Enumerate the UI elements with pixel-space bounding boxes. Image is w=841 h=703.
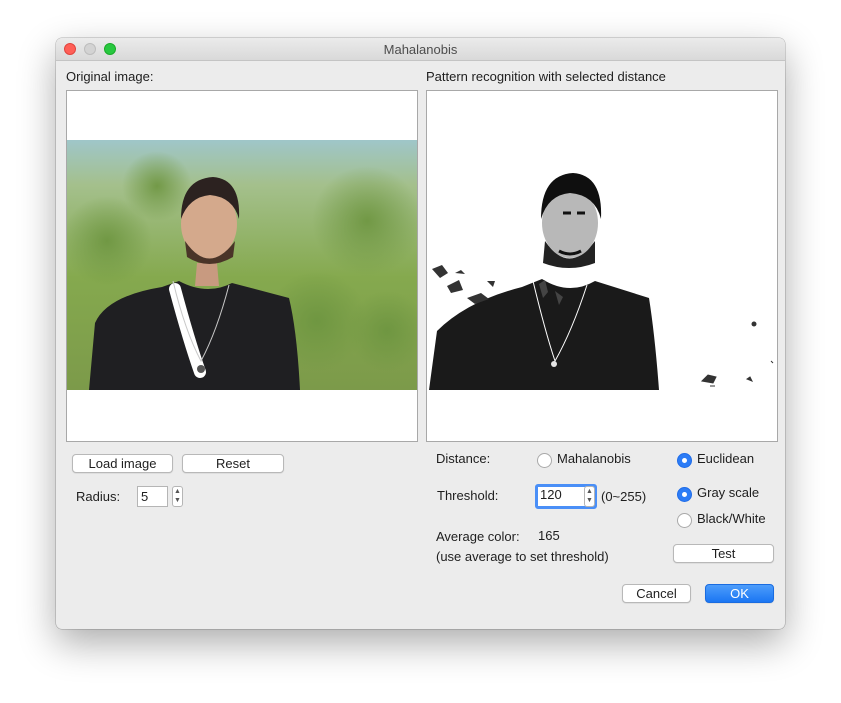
black-white-option-label: Black/White bbox=[697, 511, 766, 526]
stepper-up-icon: ▲ bbox=[586, 488, 593, 495]
title-bar: Mahalanobis bbox=[56, 38, 785, 61]
original-image-panel bbox=[66, 90, 418, 442]
euclidean-radio[interactable] bbox=[677, 453, 692, 468]
threshold-label: Threshold: bbox=[437, 488, 499, 503]
euclidean-option-label: Euclidean bbox=[697, 451, 755, 466]
gray-scale-option-label: Gray scale bbox=[697, 485, 760, 500]
test-button[interactable]: Test bbox=[673, 544, 774, 563]
stepper-down-icon: ▼ bbox=[586, 497, 593, 504]
distance-label: Distance: bbox=[436, 451, 491, 466]
radius-label: Radius: bbox=[76, 489, 121, 504]
average-color-value: 165 bbox=[538, 528, 560, 543]
pattern-recognition-heading: Pattern recognition with selected distan… bbox=[426, 69, 666, 84]
gray-scale-radio[interactable] bbox=[677, 487, 692, 502]
radius-stepper[interactable]: ▲ ▼ bbox=[172, 486, 183, 507]
mahalanobis-radio[interactable] bbox=[537, 453, 552, 468]
result-image bbox=[427, 91, 777, 441]
threshold-range-label: (0~255) bbox=[601, 489, 647, 504]
threshold-stepper[interactable]: ▲ ▼ bbox=[584, 486, 595, 507]
radius-input[interactable]: 5 bbox=[137, 486, 168, 507]
original-photo bbox=[67, 140, 417, 390]
window-title: Mahalanobis bbox=[383, 42, 458, 57]
mahalanobis-option-label: Mahalanobis bbox=[557, 451, 631, 466]
cancel-button[interactable]: Cancel bbox=[622, 584, 691, 603]
original-image-heading: Original image: bbox=[66, 69, 154, 84]
average-color-label: Average color: bbox=[436, 529, 520, 544]
mahalanobis-dialog: Mahalanobis Original image: Pattern reco… bbox=[56, 38, 785, 629]
reset-button[interactable]: Reset bbox=[182, 454, 284, 473]
stepper-up-icon: ▲ bbox=[174, 488, 181, 495]
pattern-result-panel bbox=[426, 90, 778, 442]
load-image-button[interactable]: Load image bbox=[72, 454, 173, 473]
black-white-radio[interactable] bbox=[677, 513, 692, 528]
stepper-down-icon: ▼ bbox=[174, 497, 181, 504]
ok-button[interactable]: OK bbox=[705, 584, 774, 603]
average-hint: (use average to set threshold) bbox=[436, 549, 609, 564]
